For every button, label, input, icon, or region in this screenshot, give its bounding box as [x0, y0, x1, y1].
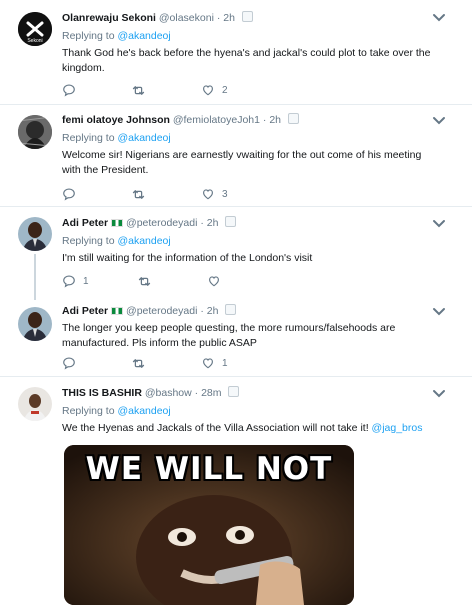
like-button[interactable]: 2 [201, 83, 228, 97]
replying-to: Replying to @akandeoj [62, 29, 438, 43]
mention-link[interactable]: @jag_bros [372, 422, 423, 434]
avatar-logo: Sekoni [18, 12, 52, 46]
user-name[interactable]: femi olatoye Johnson [62, 114, 170, 126]
tweet-text: Thank God he's back before the hyena's a… [62, 47, 431, 74]
mention-link[interactable]: @akandeoj [117, 132, 170, 144]
retweet-icon [131, 187, 146, 202]
retweet-icon [131, 83, 146, 98]
tweet-2[interactable]: femi olatoye Johnson @femiolatoyeJoh1 · … [0, 105, 472, 205]
separator-dot: · [216, 12, 221, 24]
user-handle[interactable]: @olasekoni [159, 12, 214, 24]
like-count: 3 [222, 188, 228, 200]
tweet-5[interactable]: THIS IS BASHIR @bashow · 28m Replying to… [0, 377, 472, 605]
replying-to: Replying to @akandeoj [62, 131, 438, 145]
user-handle[interactable]: @peterodeyadi [126, 305, 197, 317]
verified-mini-icon [228, 386, 240, 397]
replying-label: Replying to [62, 30, 115, 42]
like-icon [201, 83, 215, 97]
mention-link[interactable]: @akandeoj [117, 405, 170, 417]
reply-button[interactable]: 1 [62, 274, 89, 288]
user-name[interactable]: Adi Peter [62, 217, 108, 229]
tweet-text: I'm still waiting for the information of… [62, 252, 313, 264]
reply-count: 1 [83, 275, 89, 287]
like-icon [201, 356, 215, 370]
user-handle[interactable]: @bashow [145, 387, 192, 399]
avatar[interactable] [18, 307, 52, 341]
timestamp[interactable]: 2h [207, 217, 219, 229]
timestamp[interactable]: 28m [201, 387, 221, 399]
like-button[interactable]: 1 [201, 356, 228, 370]
chevron-down-icon[interactable] [432, 307, 446, 317]
replying-label: Replying to [62, 405, 115, 417]
retweet-icon [131, 356, 146, 371]
avatar[interactable] [18, 217, 52, 251]
retweet-button[interactable] [131, 187, 153, 202]
avatar[interactable] [18, 387, 52, 421]
meme-caption: WE WILL NOT [85, 451, 333, 487]
mention-link[interactable]: @akandeoj [117, 235, 170, 247]
nigeria-flag-icon [111, 307, 124, 315]
tweet-media[interactable]: WE WILL NOT [64, 445, 354, 605]
reply-button[interactable] [62, 187, 83, 201]
like-icon [207, 274, 221, 288]
separator-dot: · [262, 114, 267, 126]
chevron-down-icon[interactable] [432, 219, 446, 229]
user-handle[interactable]: @femiolatoyeJoh1 [173, 114, 260, 126]
replying-label: Replying to [62, 235, 115, 247]
separator-dot: · [194, 387, 199, 399]
verified-mini-icon [225, 304, 237, 315]
reply-icon [62, 356, 76, 370]
replying-to: Replying to @akandeoj [62, 234, 438, 248]
like-button[interactable]: 3 [201, 187, 228, 201]
like-icon [201, 187, 215, 201]
separator-dot: · [200, 217, 204, 229]
tweet-text: We the Hyenas and Jackals of the Villa A… [62, 421, 438, 436]
chevron-down-icon[interactable] [432, 13, 446, 23]
avatar-image [18, 387, 52, 421]
user-handle[interactable]: @peterodeyadi [126, 217, 197, 229]
tweet-3[interactable]: Adi Peter @peterodeyadi · 2h Replying to… [0, 207, 472, 297]
timestamp[interactable]: 2h [269, 114, 281, 126]
reply-icon [62, 83, 76, 97]
retweet-button[interactable] [137, 274, 159, 289]
tweet-text: Welcome sir! Nigerians are earnestly vwa… [62, 149, 422, 176]
avatar-image [18, 307, 52, 341]
reply-button[interactable] [62, 83, 83, 97]
reply-icon [62, 187, 76, 201]
like-count: 2 [222, 84, 228, 96]
chevron-down-icon[interactable] [432, 116, 446, 126]
reply-button[interactable] [62, 356, 83, 370]
timestamp[interactable]: 2h [207, 305, 219, 317]
verified-mini-icon [287, 113, 299, 124]
nigeria-flag-icon [111, 219, 124, 227]
avatar-image [18, 217, 52, 251]
retweet-button[interactable] [131, 356, 153, 371]
retweet-icon [137, 274, 152, 289]
chevron-down-icon[interactable] [432, 389, 446, 399]
tweet-text: The longer you keep people questing, the… [62, 322, 396, 349]
like-button[interactable] [207, 274, 228, 288]
user-name[interactable]: THIS IS BASHIR [62, 387, 142, 399]
verified-mini-icon [241, 11, 253, 22]
retweet-button[interactable] [131, 83, 153, 98]
timestamp[interactable]: 2h [223, 12, 235, 24]
reply-icon [62, 274, 76, 288]
avatar[interactable] [18, 115, 52, 149]
avatar[interactable]: Sekoni [18, 12, 52, 46]
avatar-image [18, 115, 52, 149]
verified-mini-icon [225, 216, 237, 227]
user-name[interactable]: Olanrewaju Sekoni [62, 12, 156, 24]
replying-to: Replying to @akandeoj [62, 404, 438, 418]
svg-text:Sekoni: Sekoni [27, 38, 42, 44]
tweet-4[interactable]: Adi Peter @peterodeyadi · 2h The longer … [0, 297, 472, 373]
tweet-text-body: We the Hyenas and Jackals of the Villa A… [62, 422, 369, 434]
tweet-1[interactable]: Sekoni Olanrewaju Sekoni @olasekoni · 2h… [0, 0, 472, 104]
user-name[interactable]: Adi Peter [62, 305, 108, 317]
separator-dot: · [200, 305, 204, 317]
like-count: 1 [222, 357, 228, 369]
mention-link[interactable]: @akandeoj [117, 30, 170, 42]
replying-label: Replying to [62, 132, 115, 144]
